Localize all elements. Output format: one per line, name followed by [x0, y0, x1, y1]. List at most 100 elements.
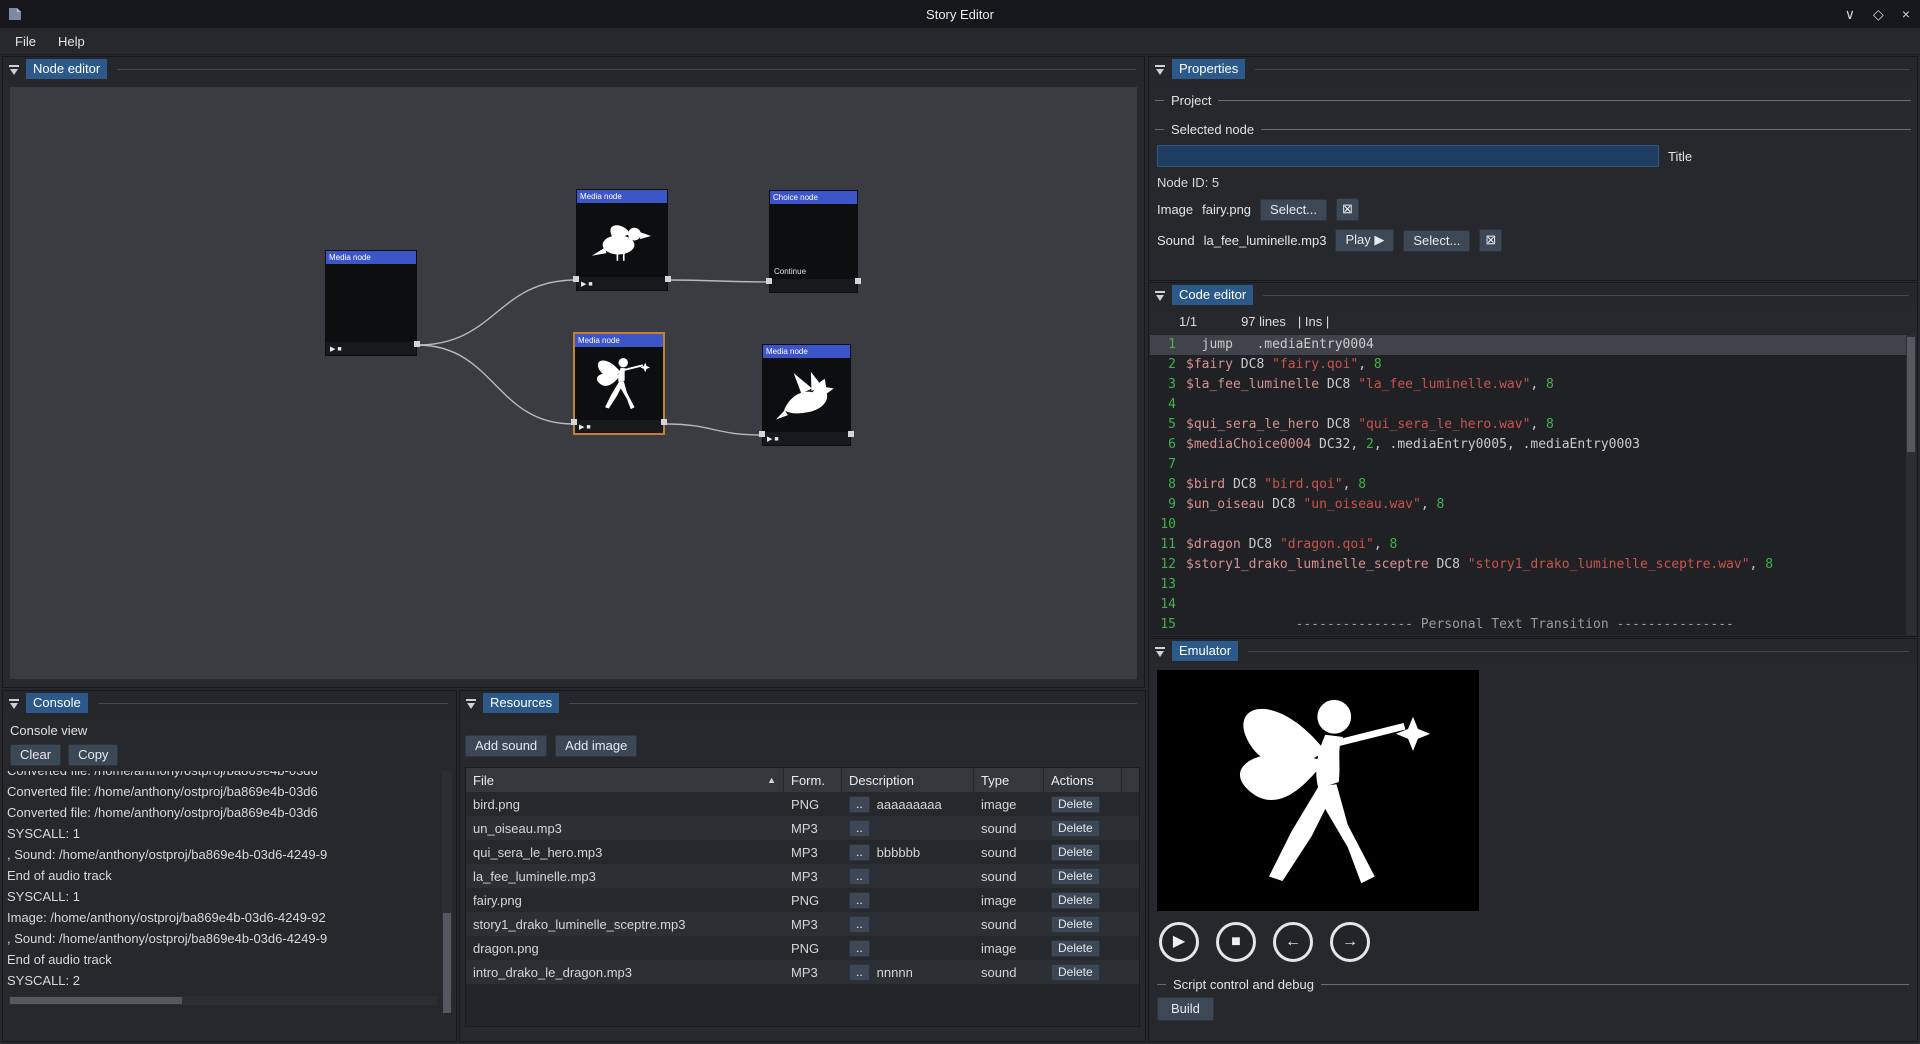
console-horizontal-scrollbar[interactable] — [9, 996, 437, 1005]
add-sound-button[interactable]: Add sound — [465, 735, 547, 757]
delete-button[interactable]: Delete — [1051, 868, 1100, 885]
resource-row[interactable]: intro_drako_le_dragon.mp3MP3..nnnnnsound… — [466, 960, 1139, 984]
delete-button[interactable]: Delete — [1051, 796, 1100, 813]
collapse-icon[interactable] — [8, 697, 20, 709]
code-line[interactable]: 15 --------------- Personal Text Transit… — [1150, 615, 1916, 635]
edit-description-button[interactable]: .. — [849, 892, 870, 909]
resource-row[interactable]: story1_drako_luminelle_sceptre.mp3MP3..s… — [466, 912, 1139, 936]
graph-node-fairy[interactable]: Media node▶ ■ — [573, 332, 665, 435]
code-scrollbar-thumb[interactable] — [1907, 337, 1915, 452]
delete-button[interactable]: Delete — [1051, 820, 1100, 837]
node-graph-canvas[interactable]: Media node▶ ■ Media node▶ ■ Choice nodeCon… — [10, 87, 1137, 679]
code-line[interactable]: 1 jump .mediaEntry0004 — [1150, 335, 1916, 355]
column-actions[interactable]: Actions — [1044, 768, 1122, 792]
add-image-button[interactable]: Add image — [555, 735, 637, 757]
console-line: , Sound: /home/anthony/ostproj/ba869e4b-… — [7, 844, 439, 865]
step-back-button[interactable]: ← — [1273, 922, 1313, 962]
graph-node-bird[interactable]: Media node▶ ■ — [576, 189, 668, 291]
code-line[interactable]: 2$fairy DC8 "fairy.qoi", 8 — [1150, 355, 1916, 375]
edit-description-button[interactable]: .. — [849, 796, 870, 813]
code-line[interactable]: 14 — [1150, 595, 1916, 615]
collapse-icon[interactable] — [1154, 289, 1166, 301]
code-line[interactable]: 4 — [1150, 395, 1916, 415]
console-hscroll-thumb[interactable] — [10, 997, 182, 1004]
output-pin[interactable] — [665, 276, 671, 282]
edit-description-button[interactable]: .. — [849, 844, 870, 861]
menu-file[interactable]: File — [4, 30, 47, 53]
description-cell: .. — [842, 868, 974, 885]
resource-row[interactable]: la_fee_luminelle.mp3MP3..soundDelete — [466, 864, 1139, 888]
minimize-button[interactable]: ∨ — [1845, 6, 1855, 23]
column-type[interactable]: Type — [974, 768, 1044, 792]
resource-row[interactable]: dragon.pngPNG..imageDelete — [466, 936, 1139, 960]
code-line[interactable]: 10 — [1150, 515, 1916, 535]
resource-row[interactable]: fairy.pngPNG..imageDelete — [466, 888, 1139, 912]
collapse-icon[interactable] — [465, 697, 477, 709]
input-pin[interactable] — [759, 431, 765, 437]
actions-cell: Delete — [1044, 844, 1122, 861]
code-line[interactable]: 13 — [1150, 575, 1916, 595]
close-button[interactable]: × — [1902, 6, 1910, 23]
clear-button[interactable]: Clear — [10, 744, 61, 766]
resource-row[interactable]: qui_sera_le_hero.mp3MP3..bbbbbbsoundDele… — [466, 840, 1139, 864]
file-type: sound — [974, 845, 1044, 860]
graph-node-entry[interactable]: Media node▶ ■ — [325, 250, 417, 356]
output-pin[interactable] — [848, 431, 854, 437]
collapse-icon[interactable] — [1154, 63, 1166, 75]
collapse-icon[interactable] — [8, 63, 20, 75]
output-pin[interactable] — [855, 278, 861, 284]
code-line[interactable]: 3$la_fee_luminelle DC8 "la_fee_luminelle… — [1150, 375, 1916, 395]
code-line[interactable]: 12$story1_drako_luminelle_sceptre DC8 "s… — [1150, 555, 1916, 575]
console-output[interactable]: Converted file: /home/anthony/ostproj/ba… — [7, 771, 439, 993]
graph-node-dragon[interactable]: Media node▶ ■ — [762, 344, 851, 446]
image-clear-button[interactable]: ⊠ — [1336, 198, 1359, 221]
edit-description-button[interactable]: .. — [849, 916, 870, 933]
build-button[interactable]: Build — [1157, 997, 1214, 1021]
edit-description-button[interactable]: .. — [849, 820, 870, 837]
console-vertical-scrollbar[interactable] — [442, 771, 452, 993]
maximize-button[interactable]: ◇ — [1873, 6, 1884, 23]
resource-row[interactable]: bird.pngPNG..aaaaaaaaaimageDelete — [466, 792, 1139, 816]
stop-button[interactable]: ■ — [1216, 922, 1256, 962]
code-line[interactable]: 7 — [1150, 455, 1916, 475]
code-scrollbar[interactable] — [1906, 335, 1916, 635]
file-format: MP3 — [784, 965, 842, 980]
code-line[interactable]: 9$un_oiseau DC8 "un_oiseau.wav", 8 — [1150, 495, 1916, 515]
stop-icon: ■ — [1231, 934, 1241, 950]
input-pin[interactable] — [571, 419, 577, 425]
sound-select-button[interactable]: Select... — [1403, 230, 1470, 252]
code-line[interactable]: 6$mediaChoice0004 DC32, 2, .mediaEntry00… — [1150, 435, 1916, 455]
line-number: 15 — [1150, 615, 1186, 635]
graph-node-choice[interactable]: Choice nodeContinue — [769, 190, 858, 293]
input-pin[interactable] — [573, 276, 579, 282]
delete-button[interactable]: Delete — [1051, 940, 1100, 957]
edit-description-button[interactable]: .. — [849, 940, 870, 957]
column-description[interactable]: Description — [842, 768, 974, 792]
output-pin[interactable] — [414, 341, 420, 347]
delete-button[interactable]: Delete — [1051, 964, 1100, 981]
delete-button[interactable]: Delete — [1051, 892, 1100, 909]
collapse-icon[interactable] — [1154, 645, 1166, 657]
output-pin[interactable] — [661, 419, 667, 425]
play-button[interactable]: ▶ — [1159, 922, 1199, 962]
column-file[interactable]: File ▲ — [466, 768, 784, 792]
sound-clear-button[interactable]: ⊠ — [1479, 229, 1502, 252]
resource-row[interactable]: un_oiseau.mp3MP3..soundDelete — [466, 816, 1139, 840]
menu-help[interactable]: Help — [47, 30, 96, 53]
input-pin[interactable] — [766, 278, 772, 284]
edit-description-button[interactable]: .. — [849, 964, 870, 981]
code-editor-area[interactable]: 1 jump .mediaEntry00042$fairy DC8 "fairy… — [1150, 335, 1916, 635]
title-input[interactable] — [1157, 145, 1659, 167]
sound-play-button[interactable]: Play ▶ — [1335, 229, 1394, 252]
edit-description-button[interactable]: .. — [849, 868, 870, 885]
code-line[interactable]: 8$bird DC8 "bird.qoi", 8 — [1150, 475, 1916, 495]
delete-button[interactable]: Delete — [1051, 916, 1100, 933]
image-select-button[interactable]: Select... — [1260, 199, 1327, 221]
console-vscroll-thumb[interactable] — [443, 913, 451, 1013]
step-forward-button[interactable]: → — [1330, 922, 1370, 962]
delete-button[interactable]: Delete — [1051, 844, 1100, 861]
code-line[interactable]: 5$qui_sera_le_hero DC8 "qui_sera_le_hero… — [1150, 415, 1916, 435]
column-format[interactable]: Form. — [784, 768, 842, 792]
code-line[interactable]: 11$dragon DC8 "dragon.qoi", 8 — [1150, 535, 1916, 555]
copy-button[interactable]: Copy — [68, 744, 118, 766]
